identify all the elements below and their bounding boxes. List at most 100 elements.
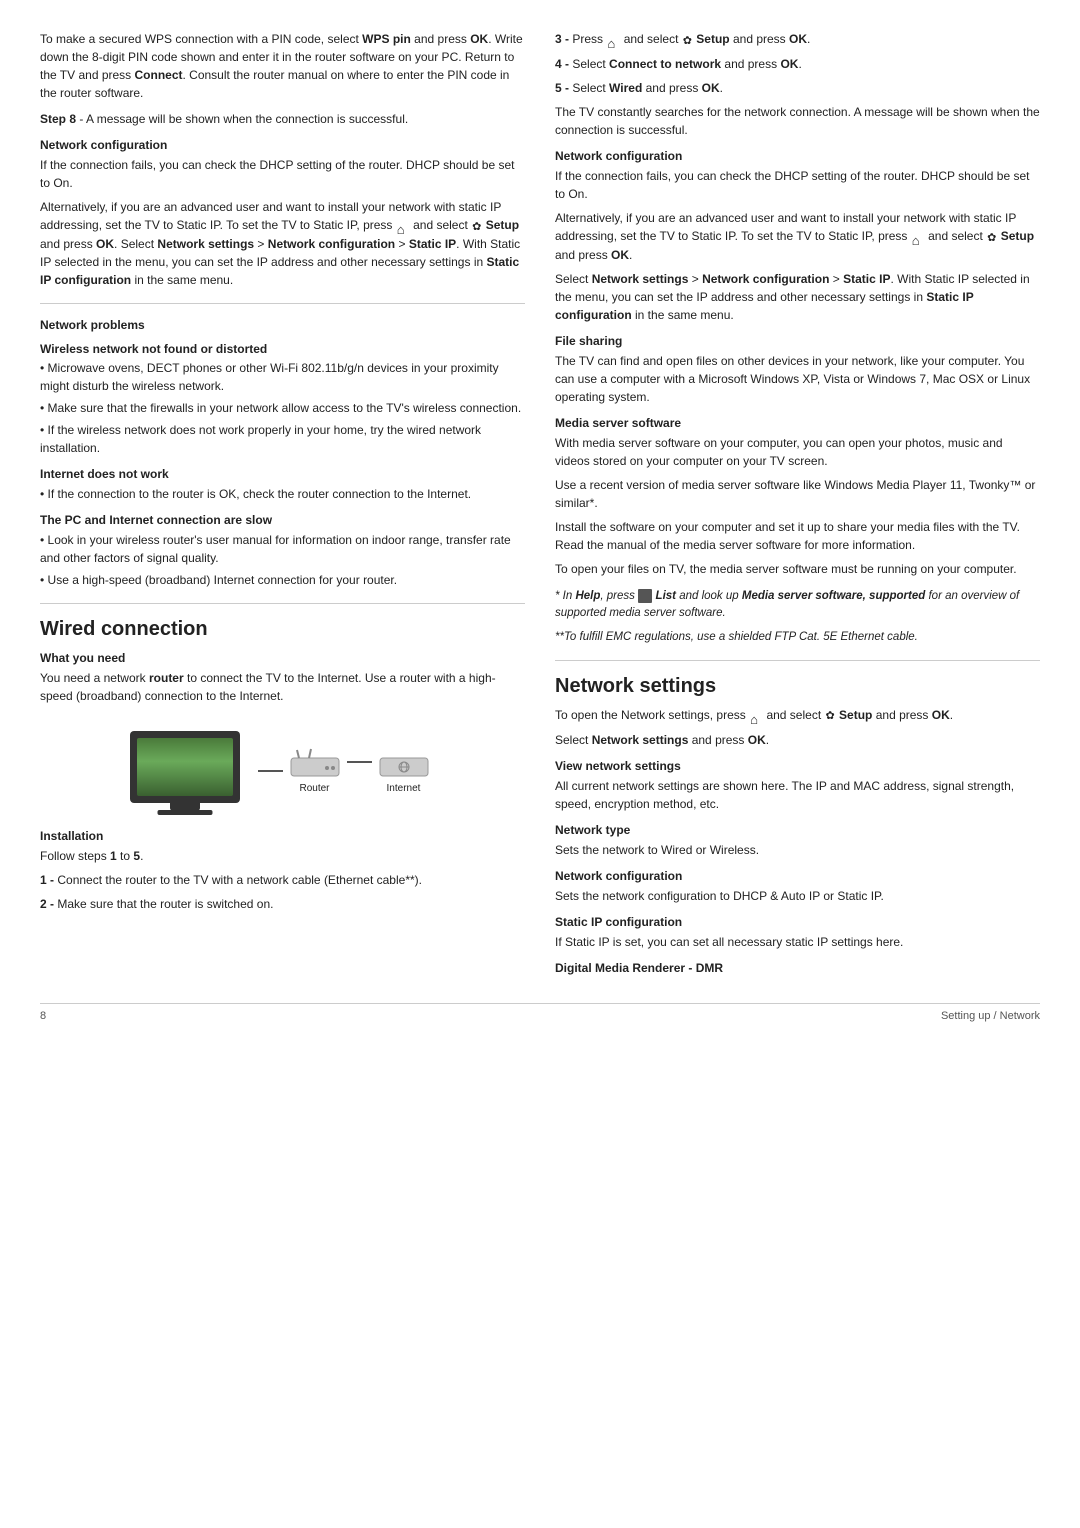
right-column: 3 - Press and select Setup and press OK.… bbox=[555, 30, 1040, 983]
router-label: Router bbox=[299, 783, 329, 794]
internet-heading: Internet does not work bbox=[40, 467, 525, 481]
network-config2-section: Network configuration Sets the network c… bbox=[555, 869, 1040, 905]
conn-line-1 bbox=[258, 770, 283, 772]
page-layout: To make a secured WPS connection with a … bbox=[40, 30, 1040, 983]
step-3: 3 - Press and select Setup and press OK. bbox=[555, 30, 1040, 49]
dmr-section: Digital Media Renderer - DMR bbox=[555, 961, 1040, 975]
tv-screen-img bbox=[137, 738, 233, 796]
network-config-heading-left: Network configuration bbox=[40, 138, 525, 152]
network-config-section-left: Network configuration If the connection … bbox=[40, 138, 525, 289]
pc-section: The PC and Internet connection are slow … bbox=[40, 513, 525, 589]
network-settings-section: Network settings To open the Network set… bbox=[555, 675, 1040, 975]
network-problems-section: Network problems Wireless network not fo… bbox=[40, 318, 525, 589]
view-network-para: All current network settings are shown h… bbox=[555, 777, 1040, 813]
network-settings-heading: Network settings bbox=[555, 675, 1040, 698]
wired-connection-heading: Wired connection bbox=[40, 618, 525, 641]
install-step-1: 1 - Connect the router to the TV with a … bbox=[40, 871, 525, 889]
internet-box: Internet bbox=[378, 748, 430, 794]
internet-svg bbox=[378, 748, 430, 780]
gear-icon-step3 bbox=[683, 31, 692, 50]
network-type-section: Network type Sets the network to Wired o… bbox=[555, 823, 1040, 859]
home-icon-right bbox=[912, 231, 924, 242]
step-4: 4 - Select Connect to network and press … bbox=[555, 55, 1040, 73]
media-server-p4: To open your files on TV, the media serv… bbox=[555, 560, 1040, 578]
router-svg bbox=[289, 748, 341, 780]
media-server-p2: Use a recent version of media server sof… bbox=[555, 476, 1040, 512]
network-config-heading-right: Network configuration bbox=[555, 149, 1040, 163]
wps-pin-bold: WPS pin bbox=[362, 32, 411, 46]
ns-intro-para: To open the Network settings, press and … bbox=[555, 706, 1040, 725]
dmr-heading: Digital Media Renderer - DMR bbox=[555, 961, 1040, 975]
diagram-row: Router bbox=[130, 731, 436, 803]
what-you-need-para: You need a network router to connect the… bbox=[40, 669, 525, 705]
gear-icon-right bbox=[987, 228, 996, 247]
internet-bullet: • If the connection to the router is OK,… bbox=[40, 485, 525, 503]
internet-section: Internet does not work • If the connecti… bbox=[40, 467, 525, 503]
step-5-note: The TV constantly searches for the netwo… bbox=[555, 103, 1040, 139]
file-sharing-heading: File sharing bbox=[555, 334, 1040, 348]
network-config2-heading: Network configuration bbox=[555, 869, 1040, 883]
nc-p1-left: If the connection fails, you can check t… bbox=[40, 156, 525, 192]
wired-diagram: Router bbox=[40, 721, 525, 813]
footnote-1: * In Help, press List and look up Media … bbox=[555, 588, 1040, 623]
network-type-heading: Network type bbox=[555, 823, 1040, 837]
nc-p2-left: Alternatively, if you are an advanced us… bbox=[40, 198, 525, 289]
install-step-2: 2 - Make sure that the router is switche… bbox=[40, 895, 525, 913]
footnote-2: **To fulfill EMC regulations, use a shie… bbox=[555, 629, 1040, 646]
connect-bold: Connect bbox=[135, 68, 183, 82]
pc-heading: The PC and Internet connection are slow bbox=[40, 513, 525, 527]
static-ip-section: Static IP configuration If Static IP is … bbox=[555, 915, 1040, 951]
step8: Step 8 - A message will be shown when th… bbox=[40, 110, 525, 128]
nc-p1-right: If the connection fails, you can check t… bbox=[555, 167, 1040, 203]
ok-bold-1: OK bbox=[470, 32, 488, 46]
step-5: 5 - Select Wired and press OK. bbox=[555, 79, 1040, 97]
what-you-need-section: What you need You need a network router … bbox=[40, 651, 525, 705]
home-icon-ns bbox=[750, 710, 762, 721]
media-server-p1: With media server software on your compu… bbox=[555, 434, 1040, 470]
ns-select-para: Select Network settings and press OK. bbox=[555, 731, 1040, 749]
tv-base bbox=[157, 810, 212, 815]
static-ip-heading: Static IP configuration bbox=[555, 915, 1040, 929]
page-footer: 8 Setting up / Network bbox=[40, 1003, 1040, 1022]
wireless-heading: Wireless network not found or distorted bbox=[40, 342, 525, 356]
tv-shape bbox=[130, 731, 240, 803]
conn-line-2 bbox=[347, 761, 372, 763]
divider-right-1 bbox=[555, 660, 1040, 661]
home-icon-left bbox=[397, 220, 409, 231]
static-ip-para: If Static IP is set, you can set all nec… bbox=[555, 933, 1040, 951]
network-config2-para: Sets the network configuration to DHCP &… bbox=[555, 887, 1040, 905]
network-type-para: Sets the network to Wired or Wireless. bbox=[555, 841, 1040, 859]
file-sharing-para: The TV can find and open files on other … bbox=[555, 352, 1040, 406]
tv-screen bbox=[137, 738, 233, 796]
router-shape bbox=[289, 748, 341, 780]
wireless-bullet-1: • Microwave ovens, DECT phones or other … bbox=[40, 359, 525, 395]
wireless-bullet-3: • If the wireless network does not work … bbox=[40, 421, 525, 457]
cable-tv-router bbox=[258, 762, 283, 772]
file-sharing-section: File sharing The TV can find and open fi… bbox=[555, 334, 1040, 406]
intro-para: To make a secured WPS connection with a … bbox=[40, 30, 525, 102]
nc-p3-right: Select Network settings > Network config… bbox=[555, 270, 1040, 324]
internet-label: Internet bbox=[387, 783, 421, 794]
installation-follow: Follow steps 1 to 5. bbox=[40, 847, 525, 865]
pc-bullet-1: • Look in your wireless router's user ma… bbox=[40, 531, 525, 567]
list-icon bbox=[638, 589, 652, 603]
installation-heading: Installation bbox=[40, 829, 525, 843]
wired-connection-section: Wired connection What you need You need … bbox=[40, 618, 525, 913]
internet-shape bbox=[378, 748, 430, 780]
cable-router-internet bbox=[347, 761, 372, 773]
nc-p2-right: Alternatively, if you are an advanced us… bbox=[555, 209, 1040, 264]
media-server-heading: Media server software bbox=[555, 416, 1040, 430]
pc-bullet-2: • Use a high-speed (broadband) Internet … bbox=[40, 571, 525, 589]
view-network-heading: View network settings bbox=[555, 759, 1040, 773]
wireless-bullet-2: • Make sure that the firewalls in your n… bbox=[40, 399, 525, 417]
divider-2 bbox=[40, 603, 525, 604]
tv-diagram bbox=[130, 731, 250, 803]
installation-section: Installation Follow steps 1 to 5. 1 - Co… bbox=[40, 829, 525, 913]
gear-icon-ns bbox=[825, 706, 834, 725]
section-label: Setting up / Network bbox=[941, 1010, 1040, 1022]
what-you-need-heading: What you need bbox=[40, 651, 525, 665]
media-server-p3: Install the software on your computer an… bbox=[555, 518, 1040, 554]
left-column: To make a secured WPS connection with a … bbox=[40, 30, 525, 983]
view-network-settings: View network settings All current networ… bbox=[555, 759, 1040, 813]
network-config-section-right: Network configuration If the connection … bbox=[555, 149, 1040, 324]
